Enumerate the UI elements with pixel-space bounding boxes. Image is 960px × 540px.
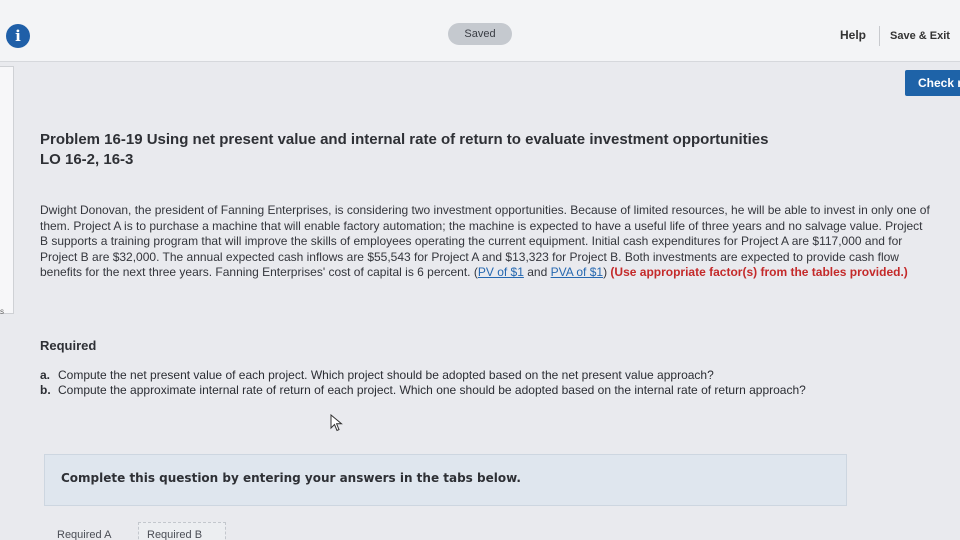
factor-note: (Use appropriate factor(s) from the tabl… [610, 265, 908, 279]
pva-of-1-link[interactable]: PVA of $1 [551, 265, 603, 279]
saved-status-badge: Saved [448, 23, 512, 45]
save-exit-button[interactable]: Save & Exit [890, 30, 950, 42]
required-item-text: Compute the approximate internal rate of… [58, 383, 806, 397]
problem-title: Problem 16-19 Using net present value an… [40, 130, 930, 170]
problem-intro: Dwight Donovan, the president of Fanning… [40, 203, 930, 281]
side-marker: s [0, 307, 4, 316]
required-item-b: b. Compute the approximate internal rate… [40, 383, 930, 398]
info-icon[interactable]: i [6, 24, 30, 48]
mouse-cursor-icon [330, 414, 343, 432]
required-item-letter: a. [40, 368, 51, 382]
header-bar: i Saved Help Save & Exit [0, 0, 960, 62]
pv-of-1-link[interactable]: PV of $1 [478, 265, 524, 279]
tab-required-a[interactable]: Required A [48, 522, 130, 540]
problem-title-line1: Problem 16-19 Using net present value an… [40, 131, 769, 148]
answer-instruction-panel: Complete this question by entering your … [44, 454, 847, 506]
header-divider [879, 26, 880, 46]
required-item-letter: b. [40, 383, 51, 397]
required-item-text: Compute the net present value of each pr… [58, 368, 714, 382]
required-item-a: a. Compute the net present value of each… [40, 368, 930, 383]
tab-required-b[interactable]: Required B [138, 522, 226, 540]
required-heading: Required [40, 338, 97, 353]
link-and: and [523, 265, 551, 279]
help-link[interactable]: Help [840, 28, 866, 42]
answer-instruction-text: Complete this question by entering your … [61, 471, 521, 485]
problem-title-line2: LO 16-2, 16-3 [40, 151, 134, 168]
required-list: a. Compute the net present value of each… [40, 368, 930, 398]
left-side-panel-tab[interactable] [0, 66, 14, 314]
check-my-work-button[interactable]: Check my work [905, 70, 960, 96]
